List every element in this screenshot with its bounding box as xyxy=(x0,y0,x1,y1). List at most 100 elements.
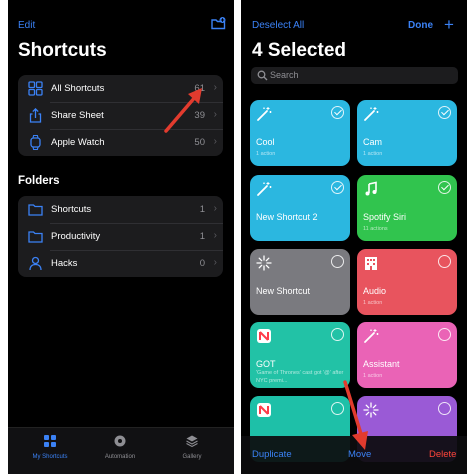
shortcut-count: 1 xyxy=(199,204,205,215)
duplicate-button[interactable]: Duplicate xyxy=(252,449,292,460)
shortcut-title: Spotify Siri xyxy=(363,212,407,222)
person-icon xyxy=(29,256,42,271)
music-note-icon xyxy=(365,181,377,196)
folder-label: Hacks xyxy=(51,258,78,269)
shortcut-subtitle: 1 action xyxy=(363,373,383,379)
automation-icon xyxy=(114,435,126,447)
shortcut-count: 61 xyxy=(194,83,205,94)
folders-list: Shortcuts 1 › Productivity 1 › Hacks 0 › xyxy=(18,196,223,277)
shortcut-title: New Shortcut xyxy=(256,286,311,296)
library-item-all-shortcuts[interactable]: All Shortcuts 61 › xyxy=(18,75,223,102)
folder-plus-icon[interactable] xyxy=(211,17,226,30)
selected-check-icon[interactable] xyxy=(331,106,344,119)
sparkle-icon xyxy=(256,255,272,271)
tab-bar: My Shortcuts Automation Gallery xyxy=(8,427,234,474)
library-item-share-sheet[interactable]: Share Sheet 39 › xyxy=(18,102,223,129)
delete-button[interactable]: Delete xyxy=(429,449,456,460)
unselected-circle-icon[interactable] xyxy=(438,255,451,268)
shortcut-subtitle: 'Game of Thrones' cast got '@' after NYC… xyxy=(256,370,344,384)
shortcut-card[interactable]: Cool 1 action xyxy=(250,100,350,166)
folder-item-productivity[interactable]: Productivity 1 › xyxy=(18,223,223,250)
news-icon xyxy=(257,329,271,343)
shortcut-subtitle: 1 action xyxy=(256,151,276,157)
shortcut-count: 39 xyxy=(194,110,205,121)
watch-icon xyxy=(30,135,41,150)
shortcut-title: Assistant xyxy=(363,359,400,369)
page-title: Shortcuts xyxy=(18,40,107,61)
shortcut-card[interactable]: GOT 'Game of Thrones' cast got '@' after … xyxy=(250,322,350,388)
tab-gallery[interactable]: Gallery xyxy=(162,434,222,460)
shortcut-subtitle: 11 actions xyxy=(363,226,388,232)
add-button[interactable]: + xyxy=(444,15,454,35)
folder-item-shortcuts[interactable]: Shortcuts 1 › xyxy=(18,196,223,223)
folder-item-hacks[interactable]: Hacks 0 › xyxy=(18,250,223,277)
unselected-circle-icon[interactable] xyxy=(438,328,451,341)
magic-wand-icon xyxy=(257,107,272,121)
unselected-circle-icon[interactable] xyxy=(331,328,344,341)
shortcut-title: New Shortcut 2 xyxy=(256,212,318,222)
search-icon xyxy=(257,70,268,81)
library-item-label: Share Sheet xyxy=(51,110,104,121)
gallery-icon xyxy=(186,435,198,448)
selection-title: 4 Selected xyxy=(252,40,346,61)
shortcut-title: Audio xyxy=(363,286,387,296)
library-list: All Shortcuts 61 › Share Sheet 39 › Appl… xyxy=(18,75,223,156)
grid-icon xyxy=(44,435,56,447)
shortcut-count: 0 xyxy=(199,258,205,269)
news-icon xyxy=(257,403,271,417)
shortcut-card[interactable]: New Shortcut 2 xyxy=(250,175,350,241)
shortcut-card[interactable]: Assistant 1 action xyxy=(357,322,457,388)
shortcut-title: GOT xyxy=(256,359,276,369)
unselected-circle-icon[interactable] xyxy=(438,402,451,415)
magic-wand-icon xyxy=(364,107,379,121)
selected-check-icon[interactable] xyxy=(438,181,451,194)
folder-icon xyxy=(28,231,43,243)
chevron-right-icon: › xyxy=(213,257,217,268)
magic-wand-icon xyxy=(257,182,272,196)
chevron-right-icon: › xyxy=(213,109,217,120)
selected-check-icon[interactable] xyxy=(331,181,344,194)
move-button[interactable]: Move xyxy=(348,449,371,460)
building-icon xyxy=(365,257,377,270)
shortcut-count: 50 xyxy=(194,137,205,148)
chevron-right-icon: › xyxy=(213,203,217,214)
shortcut-subtitle: 1 action xyxy=(363,151,383,157)
search-placeholder: Search xyxy=(270,70,299,80)
folders-heading: Folders xyxy=(18,175,60,187)
unselected-circle-icon[interactable] xyxy=(331,255,344,268)
shortcuts-library-screen: Edit Shortcuts All Shortcuts 61 › Share … xyxy=(8,0,234,474)
library-item-apple-watch[interactable]: Apple Watch 50 › xyxy=(18,129,223,156)
tab-automation[interactable]: Automation xyxy=(90,434,150,460)
shortcut-card[interactable]: New Shortcut xyxy=(250,249,350,315)
folder-label: Productivity xyxy=(51,231,101,242)
magic-wand-icon xyxy=(364,329,379,343)
chevron-right-icon: › xyxy=(213,136,217,147)
action-bar: Duplicate Move Delete xyxy=(241,436,467,474)
selected-check-icon[interactable] xyxy=(438,106,451,119)
shortcut-count: 1 xyxy=(199,231,205,242)
shortcut-card[interactable]: Audio 1 action xyxy=(357,249,457,315)
shortcut-card[interactable]: Spotify Siri 11 actions xyxy=(357,175,457,241)
share-icon xyxy=(29,108,42,123)
search-field[interactable]: Search xyxy=(251,67,458,84)
shortcut-subtitle: 1 action xyxy=(363,300,383,306)
chevron-right-icon: › xyxy=(213,230,217,241)
tab-label: Automation xyxy=(104,454,136,460)
folder-icon xyxy=(28,204,43,216)
sparkle-icon xyxy=(363,402,379,418)
edit-button[interactable]: Edit xyxy=(18,20,35,31)
shortcut-card[interactable]: Cam 1 action xyxy=(357,100,457,166)
chevron-right-icon: › xyxy=(213,82,217,93)
folder-label: Shortcuts xyxy=(51,204,92,215)
shortcut-title: Cool xyxy=(256,137,275,147)
shortcut-title: Cam xyxy=(363,137,383,147)
tab-my-shortcuts[interactable]: My Shortcuts xyxy=(20,434,80,460)
library-item-label: All Shortcuts xyxy=(51,83,105,94)
unselected-circle-icon[interactable] xyxy=(331,402,344,415)
tab-label: Gallery xyxy=(182,454,202,460)
done-button[interactable]: Done xyxy=(408,20,433,31)
selection-screen: Deselect All Done + 4 Selected Search Co… xyxy=(241,0,467,474)
deselect-all-button[interactable]: Deselect All xyxy=(252,20,304,31)
grid-icon xyxy=(28,81,43,96)
tab-label: My Shortcuts xyxy=(32,454,68,460)
